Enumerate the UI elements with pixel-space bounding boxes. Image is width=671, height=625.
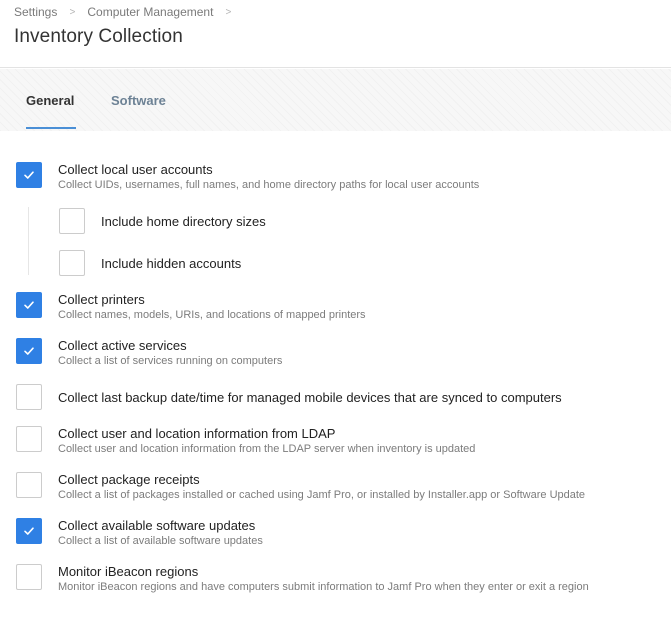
setting-description: Monitor iBeacon regions and have compute… [58,581,589,593]
checkbox-collect-ldap-info[interactable] [16,426,42,452]
breadcrumb-computer-management[interactable]: Computer Management [87,5,213,19]
setting-description: Collect user and location information fr… [58,443,476,455]
tabs-bar: General Software [0,69,671,131]
setting-description: Collect names, models, URIs, and locatio… [58,309,366,321]
setting-label: Collect available software updates [58,518,256,533]
setting-description: Collect a list of available software upd… [58,535,263,547]
checkbox-monitor-ibeacon-regions[interactable] [16,564,42,590]
setting-collect-ldap-info: Collect user and location information fr… [16,426,666,466]
checkbox-collect-package-receipts[interactable] [16,472,42,498]
checkbox-collect-last-backup-date[interactable] [16,384,42,410]
breadcrumb-separator: > [225,6,232,18]
setting-description: Collect a list of packages installed or … [58,489,586,501]
setting-collect-software-updates: Collect available software updates Colle… [16,518,666,558]
setting-label: Include home directory sizes [101,214,266,229]
tab-software[interactable]: Software [111,93,166,108]
setting-include-hidden-accounts: Include hidden accounts [59,250,671,290]
checkmark-icon [24,171,34,179]
page-title: Inventory Collection [14,26,183,47]
setting-collect-printers: Collect printers Collect names, models, … [16,292,666,332]
checkbox-collect-printers[interactable] [16,292,42,318]
setting-label: Collect last backup date/time for manage… [58,390,562,405]
tab-general[interactable]: General [26,93,74,108]
page-header: Settings > Computer Management > Invento… [0,0,671,68]
setting-label: Collect active services [58,338,187,353]
active-tab-indicator [26,127,76,129]
setting-collect-local-user-accounts: Collect local user accounts Collect UIDs… [16,162,666,202]
setting-label: Monitor iBeacon regions [58,564,199,579]
setting-description: Collect a list of services running on co… [58,355,283,367]
setting-collect-active-services: Collect active services Collect a list o… [16,338,666,378]
setting-monitor-ibeacon-regions: Monitor iBeacon regions Monitor iBeacon … [16,564,666,604]
breadcrumb-settings[interactable]: Settings [14,5,57,19]
checkmark-icon [24,527,34,535]
checkmark-icon [24,301,34,309]
checkbox-collect-active-services[interactable] [16,338,42,364]
setting-include-home-directory-sizes: Include home directory sizes [59,208,671,248]
checkbox-include-home-directory-sizes[interactable] [59,208,85,234]
setting-label: Collect user and location information fr… [58,426,336,441]
checkbox-include-hidden-accounts[interactable] [59,250,85,276]
setting-label: Collect local user accounts [58,162,213,177]
checkbox-collect-software-updates[interactable] [16,518,42,544]
setting-collect-last-backup-date: Collect last backup date/time for manage… [16,384,666,424]
setting-collect-package-receipts: Collect package receipts Collect a list … [16,472,666,512]
sub-options-guide-line [28,207,29,275]
breadcrumb-separator: > [69,6,76,18]
setting-label: Collect package receipts [58,472,200,487]
checkbox-collect-local-user-accounts[interactable] [16,162,42,188]
checkmark-icon [24,347,34,355]
breadcrumb: Settings > Computer Management > [14,5,243,19]
setting-label: Collect printers [58,292,145,307]
setting-label: Include hidden accounts [101,256,242,271]
setting-description: Collect UIDs, usernames, full names, and… [58,179,480,191]
